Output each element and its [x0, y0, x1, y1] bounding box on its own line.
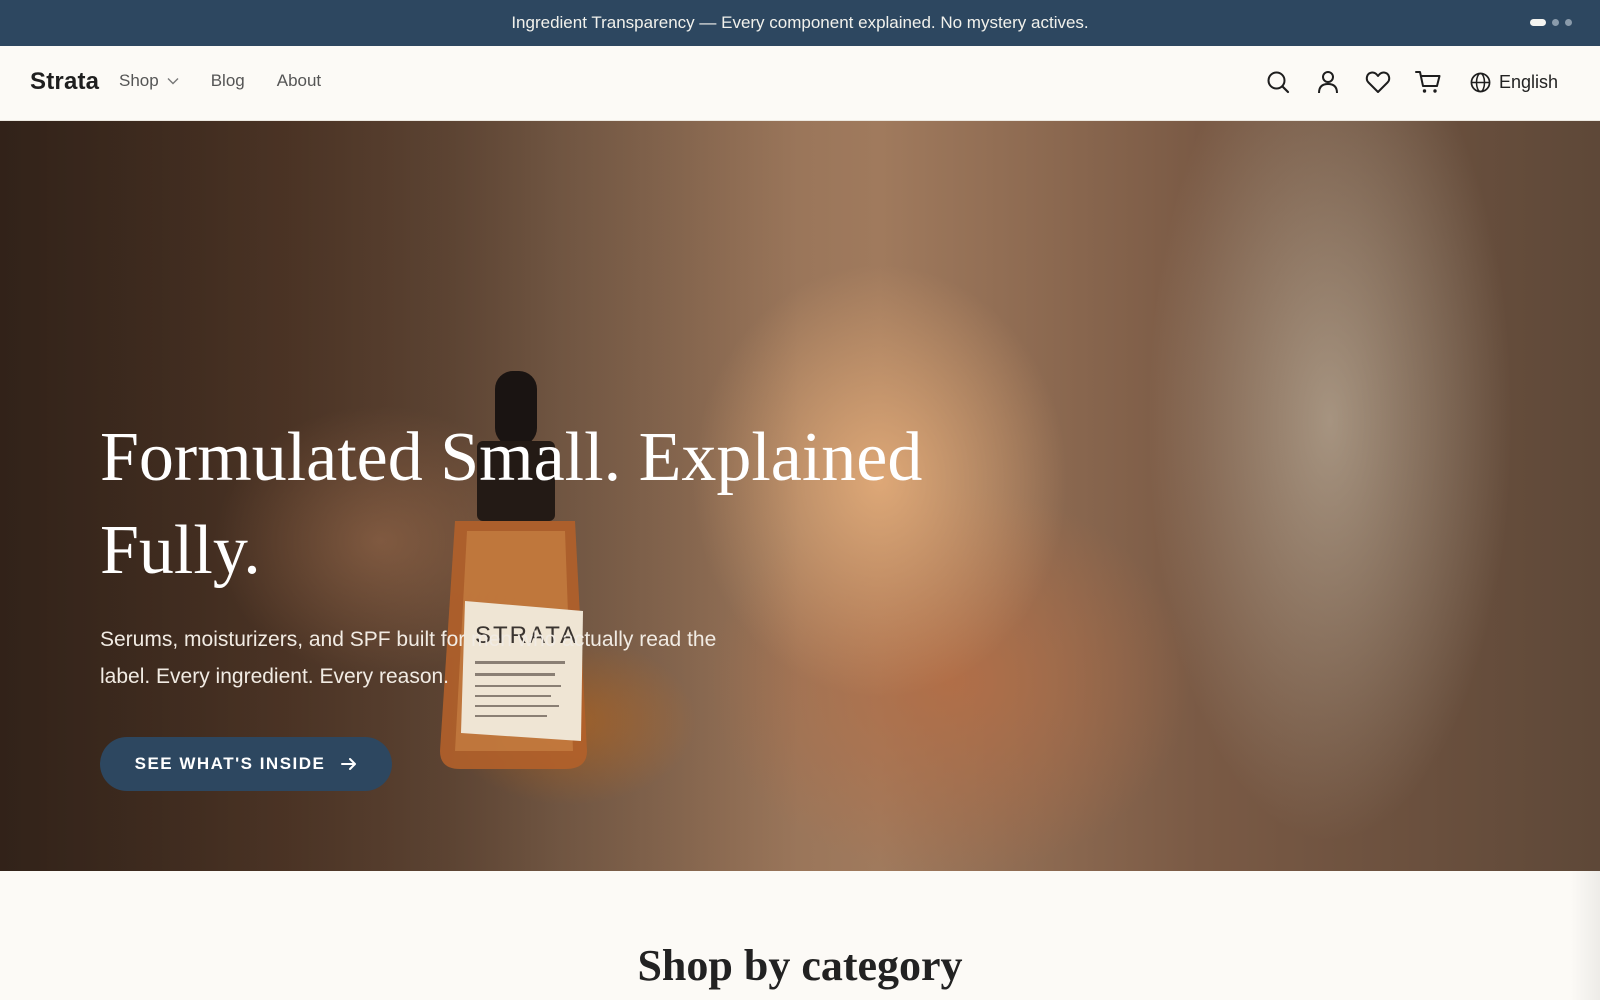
- nav-link-blog[interactable]: Blog: [211, 71, 245, 91]
- nav-actions: English: [1264, 66, 1558, 98]
- chevron-down-icon: [167, 78, 179, 85]
- section-title-shop-by-category: Shop by category: [637, 941, 963, 990]
- cart-button[interactable]: [1414, 66, 1442, 98]
- account-icon: [1317, 71, 1338, 94]
- cta-label: SEE WHAT'S INSIDE: [134, 754, 326, 773]
- arrow-right-icon: [341, 758, 357, 770]
- nav-link-shop-label: Shop: [119, 71, 159, 90]
- cart-icon: [1414, 71, 1441, 93]
- announcement-pagination: [1530, 19, 1572, 26]
- account-button[interactable]: [1314, 66, 1342, 98]
- nav-link-about[interactable]: About: [277, 71, 321, 91]
- nav-links: Shop Blog About: [119, 71, 321, 91]
- language-selector[interactable]: English: [1470, 72, 1558, 93]
- announcement-bar: Ingredient Transparency — Every componen…: [0, 0, 1600, 46]
- search-icon: [1267, 71, 1290, 94]
- hero-title: Formulated Small. Explained Fully.: [100, 419, 923, 589]
- announcement-text: Ingredient Transparency — Every componen…: [511, 13, 1089, 32]
- announcement-dot-2[interactable]: [1552, 19, 1559, 26]
- announcement-dot-1[interactable]: [1530, 19, 1546, 26]
- nav-link-blog-label: Blog: [210, 71, 245, 90]
- globe-icon: [1470, 72, 1491, 92]
- nav-link-shop[interactable]: Shop: [119, 71, 179, 91]
- hero-banner: STRATA Formulated Small. Explained Fully…: [0, 121, 1600, 871]
- page-edge-shadow: [1570, 871, 1600, 1000]
- nav-link-about-label: About: [276, 71, 322, 90]
- announcement-dot-3[interactable]: [1565, 19, 1572, 26]
- search-button[interactable]: [1264, 66, 1292, 98]
- main-navigation: Strata Shop Blog About English: [0, 46, 1600, 121]
- language-label: English: [1498, 71, 1558, 92]
- hero-subtitle: Serums, moisturizers, and SPF built for …: [100, 628, 717, 688]
- see-whats-inside-button[interactable]: SEE WHAT'S INSIDE: [100, 737, 392, 791]
- wishlist-button[interactable]: [1364, 66, 1392, 98]
- brand-logo[interactable]: Strata: [30, 68, 99, 96]
- heart-icon: [1365, 71, 1391, 93]
